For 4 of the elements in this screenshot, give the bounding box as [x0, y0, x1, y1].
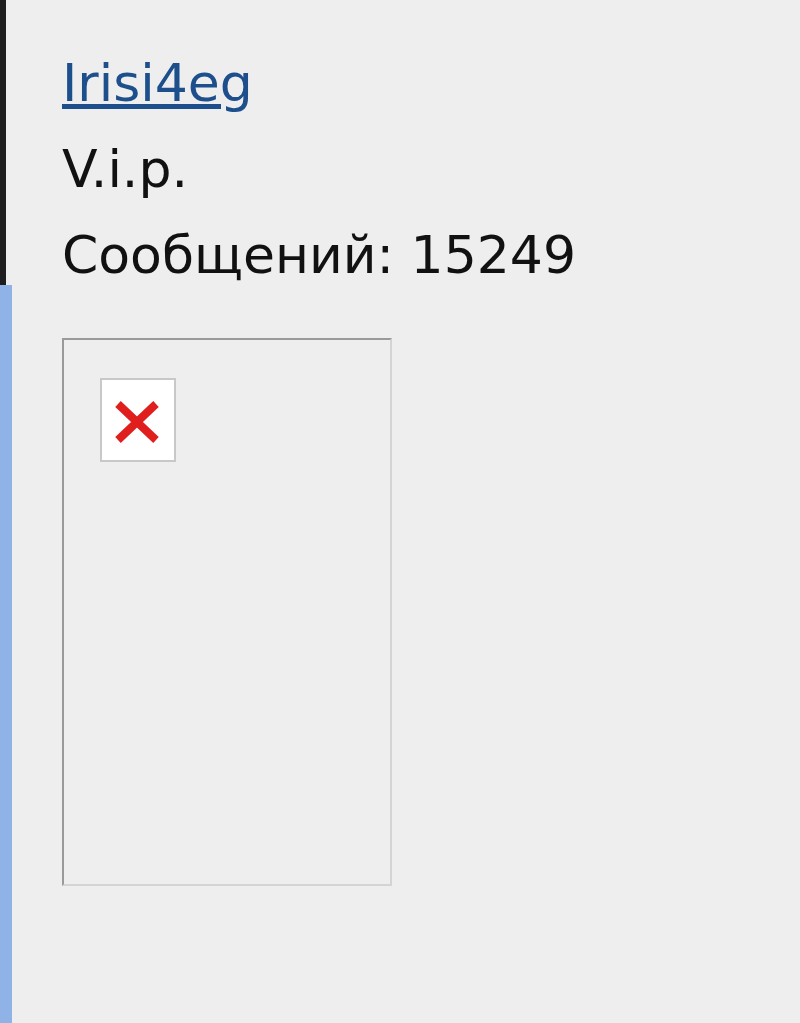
- user-rank: V.i.p.: [62, 138, 188, 201]
- broken-image-icon: [100, 378, 176, 462]
- post-count: Сообщений: 15249: [62, 224, 577, 287]
- username-link[interactable]: Irisi4eg: [62, 40, 253, 126]
